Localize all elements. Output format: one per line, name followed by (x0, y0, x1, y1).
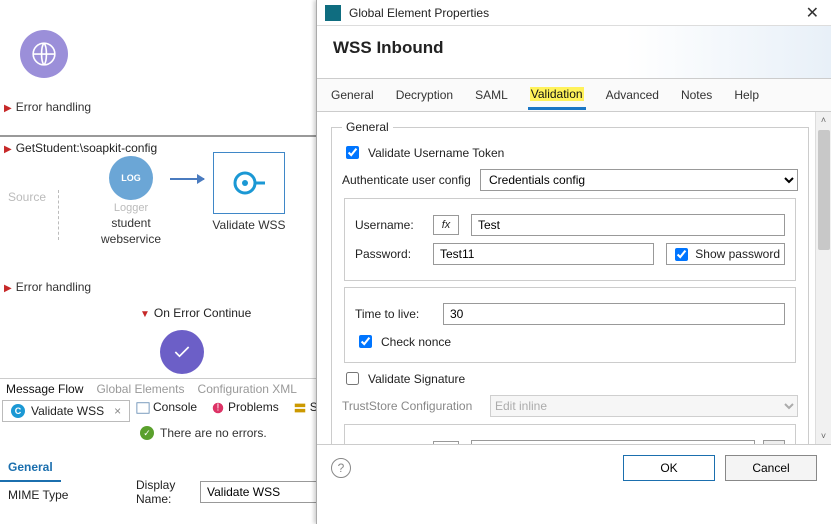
time-to-live-input[interactable] (443, 303, 785, 325)
validate-wss-box (213, 152, 285, 214)
svg-text:!: ! (217, 401, 220, 413)
collapse-icon: ▼ (140, 309, 150, 320)
node-type-label: Logger (86, 202, 176, 214)
path-input[interactable] (471, 440, 755, 444)
check-icon: ✓ (140, 426, 154, 440)
component-icon: C (11, 404, 25, 418)
logger-icon: LOG (109, 156, 153, 200)
fx-toggle[interactable]: fx (433, 441, 459, 444)
show-password-checkbox[interactable] (675, 248, 688, 261)
source-lane-label: Source (8, 190, 59, 240)
display-name-label: Display Name: (136, 478, 190, 506)
close-icon[interactable]: × (114, 404, 121, 418)
tab-decryption[interactable]: Decryption (394, 82, 455, 108)
display-name-row: Display Name: (136, 478, 330, 506)
authenticate-user-config-label: Authenticate user config (342, 173, 472, 187)
truststore-select: Edit inline (490, 395, 798, 417)
password-input[interactable] (433, 243, 654, 265)
dialog-title: Global Element Properties (349, 6, 802, 20)
tab-problems[interactable]: !Problems (211, 400, 279, 415)
validate-username-token-checkbox[interactable] (346, 146, 359, 159)
username-label: Username: (355, 218, 425, 232)
design-canvas: ▶Error handling ▶GetStudent:\soapkit-con… (0, 0, 330, 524)
side-tab-mime-type[interactable]: MIME Type (0, 482, 130, 508)
path-browse-button[interactable]: … (763, 440, 785, 444)
tab-configuration-xml[interactable]: Configuration XML (198, 382, 297, 396)
collapse-icon: ▶ (4, 144, 12, 155)
show-password-label: Show password (695, 247, 780, 261)
flow-area: Source LOG Logger student webservice Val… (0, 156, 330, 266)
global-element-properties-dialog: Global Element Properties ✕ WSS Inbound … (316, 0, 831, 524)
check-nonce-label: Check nonce (381, 335, 451, 349)
tab-console[interactable]: Console (136, 400, 197, 415)
dialog-footer: ? OK Cancel (317, 444, 831, 490)
dialog-body: ˄ ˅ General Validate Username Token Auth… (317, 112, 831, 444)
properties-side-tabs: General MIME Type (0, 454, 130, 508)
scroll-thumb[interactable] (818, 130, 830, 250)
tab-message-flow[interactable]: Message Flow (6, 382, 83, 396)
truststore-label: TrustStore Configuration (342, 399, 482, 413)
time-to-live-label: Time to live: (355, 307, 435, 321)
fx-toggle[interactable]: fx (433, 215, 459, 235)
file-tab-label: Validate WSS (31, 404, 104, 418)
error-handling-section[interactable]: ▶Error handling (4, 280, 91, 294)
logger-node[interactable]: LOG Logger student webservice (86, 156, 176, 246)
collapse-icon: ▶ (4, 283, 12, 294)
general-group: General Validate Username Token Authenti… (331, 120, 809, 444)
scroll-down-icon[interactable]: ˅ (816, 428, 831, 444)
views-tab-bar: Console !Problems Se (136, 400, 324, 415)
editor-tab-bar: Message Flow Global Elements Configurati… (0, 378, 320, 400)
validate-username-token-label: Validate Username Token (368, 146, 504, 160)
collapse-icon: ▶ (4, 103, 12, 114)
node-name-line1: student (86, 216, 176, 230)
node-name-line2: webservice (86, 232, 176, 246)
on-error-node-icon[interactable] (160, 330, 204, 374)
ok-button[interactable]: OK (623, 455, 715, 481)
username-input[interactable] (471, 214, 785, 236)
dialog-tabs: General Decryption SAML Validation Advan… (317, 78, 831, 112)
truststore-inner-group: Path: fx … (344, 424, 796, 444)
dialog-heading: WSS Inbound (333, 38, 815, 58)
help-icon[interactable]: ? (331, 458, 351, 478)
tab-advanced[interactable]: Advanced (604, 82, 661, 108)
no-errors-status: ✓ There are no errors. (140, 426, 267, 440)
tab-saml[interactable]: SAML (473, 82, 510, 108)
password-label: Password: (355, 247, 425, 261)
ttl-group: Time to live: Check nonce (344, 287, 796, 363)
flow-arrow (170, 178, 204, 180)
authenticate-user-config-select[interactable]: Credentials config (480, 169, 798, 191)
tab-global-elements[interactable]: Global Elements (96, 382, 184, 396)
tab-validation[interactable]: Validation (528, 81, 586, 110)
tab-help[interactable]: Help (732, 82, 761, 108)
validate-wss-icon (231, 165, 267, 201)
side-tab-general[interactable]: General (0, 454, 61, 482)
validate-signature-checkbox[interactable] (346, 372, 359, 385)
credentials-group: Username: fx Password: Show password (344, 198, 796, 281)
dialog-header: WSS Inbound (317, 26, 831, 78)
vertical-scrollbar[interactable]: ˄ ˅ (815, 112, 831, 444)
dialog-titlebar: Global Element Properties ✕ (317, 0, 831, 26)
app-icon (325, 5, 341, 21)
validate-wss-node[interactable]: Validate WSS (204, 152, 294, 232)
validate-signature-label: Validate Signature (368, 372, 465, 386)
show-password-toggle[interactable]: Show password (666, 243, 785, 265)
cancel-button[interactable]: Cancel (725, 455, 817, 481)
on-error-continue-header[interactable]: ▼On Error Continue (140, 306, 251, 320)
display-name-input[interactable] (200, 481, 330, 503)
general-legend: General (342, 120, 393, 134)
close-icon[interactable]: ✕ (802, 3, 823, 23)
check-nonce-checkbox[interactable] (359, 335, 372, 348)
tab-notes[interactable]: Notes (679, 82, 714, 108)
scroll-up-icon[interactable]: ˄ (816, 112, 831, 128)
error-handling-section[interactable]: ▶Error handling (4, 100, 91, 114)
globe-icon (20, 30, 68, 78)
properties-panel: C Validate WSS × Console !Problems Se ✓ … (0, 400, 330, 422)
file-tab-validate-wss[interactable]: C Validate WSS × (2, 400, 130, 422)
tab-general[interactable]: General (329, 82, 376, 108)
node-name: Validate WSS (204, 218, 294, 232)
